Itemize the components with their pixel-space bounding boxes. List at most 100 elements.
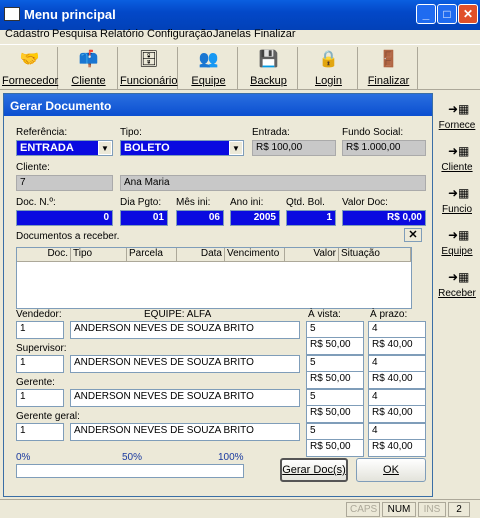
toolbar: 🤝 Fornecedor 📫 Cliente 🗄 Funcionário 👥 E… [0,44,480,90]
window-count: 2 [448,502,470,517]
toolbar-label: Finalizar [367,75,410,87]
vendedor-num-field[interactable]: 1 [16,321,64,339]
doc-numero-label: Doc. N.º: [16,197,56,208]
gerente-geral-num-field[interactable]: 1 [16,423,64,441]
referencia-select[interactable]: ENTRADA ▼ [16,140,113,156]
mes-ini-field[interactable]: 06 [176,210,224,226]
sidebar-equipe-button[interactable]: ➜▦ Equipe [436,224,478,264]
ok-button[interactable]: OK [356,458,426,482]
progress-label-100: 100% [218,452,244,463]
menu-relatorio[interactable]: Relatório [100,28,144,40]
toolbar-cliente-button[interactable]: 📫 Cliente [60,47,118,89]
app-icon [4,7,20,21]
vendedor-avista-valor[interactable]: R$ 50,00 [306,337,364,355]
toolbar-funcionario-button[interactable]: 🗄 Funcionário [120,47,178,89]
progress-bar [16,464,244,478]
arrow-grid-icon: ➜▦ [448,186,470,200]
col-tipo[interactable]: Tipo [71,248,127,262]
sidebar-label: Equipe [441,246,473,257]
arrow-grid-icon: ➜▦ [448,144,470,158]
menu-cadastro[interactable]: Cadastro [5,28,50,40]
sidebar-label: Receber [438,288,476,299]
col-valor[interactable]: Valor [285,248,339,262]
sidebar-funcionario-button[interactable]: ➜▦ Funcio [436,182,478,222]
col-vencimento[interactable]: Vencimento [225,248,285,262]
tipo-select[interactable]: BOLETO ▼ [120,140,244,156]
toolbar-fornecedor-button[interactable]: 🤝 Fornecedor [2,47,58,89]
supervisor-aprazo-valor[interactable]: R$ 40,00 [368,371,426,389]
vendedor-name-field[interactable]: ANDERSON NEVES DE SOUZA BRITO [70,321,300,339]
menu-finalizar[interactable]: Finalizar [254,28,296,40]
supervisor-label: Supervisor: [16,343,67,354]
close-button[interactable]: ✕ [458,4,478,24]
chevron-down-icon[interactable]: ▼ [229,141,243,155]
gerente-geral-name-field[interactable]: ANDERSON NEVES DE SOUZA BRITO [70,423,300,441]
progress-label-50: 50% [122,452,143,463]
fundo-social-field: R$ 1.000,00 [342,140,426,156]
col-parcela[interactable]: Parcela [127,248,177,262]
floppy-icon: 💾 [258,51,279,68]
minimize-button[interactable]: _ [416,4,436,24]
supervisor-avista-valor[interactable]: R$ 50,00 [306,371,364,389]
toolbar-login-button[interactable]: 🔒 Login [300,47,358,89]
gerente-aprazo-valor[interactable]: R$ 40,00 [368,405,426,423]
gerente-geral-avista-valor[interactable]: R$ 50,00 [306,439,364,457]
supervisor-num-field[interactable]: 1 [16,355,64,373]
ano-ini-label: Ano ini: [230,197,264,208]
dia-pgto-field[interactable]: 01 [120,210,168,226]
entrada-field: R$ 100,00 [252,140,336,156]
toolbar-label: Funcionário [120,75,178,87]
maximize-button[interactable]: □ [437,4,457,24]
team-icon: 👥 [198,51,219,68]
gerente-num-field[interactable]: 1 [16,389,64,407]
arrow-grid-icon: ➜▦ [448,270,470,284]
menu-configuracao[interactable]: Configuração [147,28,212,40]
documentos-table[interactable]: Doc. Tipo Parcela Data Vencimento Valor … [16,247,412,309]
col-situacao[interactable]: Situação [339,248,411,262]
sidebar-fornecedor-button[interactable]: ➜▦ Fornece [436,98,478,138]
gerente-name-field[interactable]: ANDERSON NEVES DE SOUZA BRITO [70,389,300,407]
num-indicator: NUM [382,502,416,517]
arrow-grid-icon: ➜▦ [448,102,470,116]
toolbar-finalizar-button[interactable]: 🚪 Finalizar [360,47,418,89]
referencia-value: ENTRADA [20,142,74,154]
documentos-receber-label: Documentos a receber. [16,231,120,242]
arrow-grid-icon: ➜▦ [448,228,470,242]
close-icon[interactable]: ✕ [404,228,422,242]
cabinet-icon: 🗄 [138,51,159,68]
qtd-bol-label: Qtd. Bol. [286,197,325,208]
ins-indicator: INS [418,502,446,517]
gerente-label: Gerente: [16,377,55,388]
sidebar-cliente-button[interactable]: ➜▦ Cliente [436,140,478,180]
col-doc[interactable]: Doc. [17,248,71,262]
qtd-bol-field[interactable]: 1 [286,210,336,226]
gerar-documento-window: Gerar Documento Referência: ENTRADA ▼ Ti… [3,93,433,497]
sidebar-receber-button[interactable]: ➜▦ Receber [436,266,478,306]
chevron-down-icon[interactable]: ▼ [98,141,112,155]
cliente-label: Cliente: [16,162,50,173]
toolbar-label: Equipe [191,75,226,87]
valor-doc-field[interactable]: R$ 0,00 [342,210,426,226]
supervisor-name-field[interactable]: ANDERSON NEVES DE SOUZA BRITO [70,355,300,373]
col-data[interactable]: Data [177,248,225,262]
window-title: Menu principal [24,7,116,22]
toolbar-label: Login [315,75,342,87]
menu-pesquisa[interactable]: Pesquisa [52,28,97,40]
toolbar-label: Fornecedor [2,75,59,87]
valor-doc-label: Valor Doc: [342,197,388,208]
handshake-icon: 🤝 [19,51,40,68]
entrada-label: Entrada: [252,127,290,138]
exit-icon: 🚪 [378,51,399,68]
toolbar-backup-button[interactable]: 💾 Backup [240,47,298,89]
menu-janelas[interactable]: Janelas [213,28,251,40]
gerente-geral-aprazo-valor[interactable]: R$ 40,00 [368,439,426,457]
referencia-label: Referência: [16,127,68,138]
toolbar-equipe-button[interactable]: 👥 Equipe [180,47,238,89]
menu-bar: Cadastro Pesquisa Relatório Configuração… [0,26,480,44]
equipe-label: EQUIPE: ALFA [144,309,212,320]
gerar-docs-button[interactable]: Gerar Doc(s) [280,458,348,482]
vendedor-aprazo-valor[interactable]: R$ 40,00 [368,337,426,355]
gerente-avista-valor[interactable]: R$ 50,00 [306,405,364,423]
ano-ini-field[interactable]: 2005 [230,210,280,226]
doc-numero-field[interactable]: 0 [16,210,113,226]
